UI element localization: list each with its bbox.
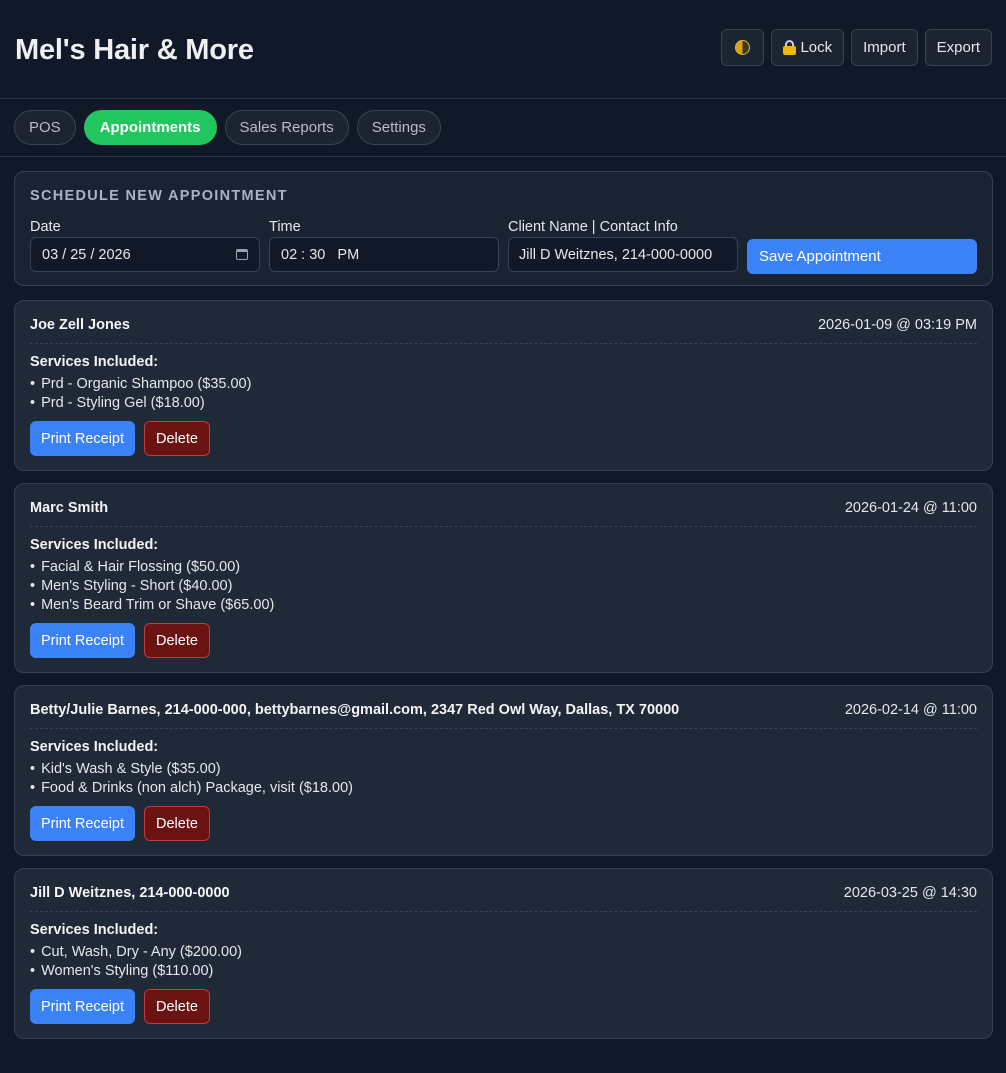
service-item: Prd - Styling Gel ($18.00) [30,394,977,413]
half-moon-icon [735,40,751,55]
date-field-group: Date 03 / 25 / 2026 [30,219,260,274]
service-item: Facial & Hair Flossing ($50.00) [30,558,977,577]
schedule-appointment-panel: SCHEDULE NEW APPOINTMENT Date 03 / 25 / … [14,171,993,286]
time-input[interactable]: 02 : 30 PM [269,237,499,272]
appointment-client: Jill D Weitznes, 214-000-0000 [30,885,230,901]
export-button[interactable]: Export [924,29,992,66]
print-receipt-button[interactable]: Print Receipt [30,989,136,1024]
tab-appointments[interactable]: Appointments [83,110,217,145]
tab-pos[interactable]: POS [14,110,76,145]
service-item: Men's Styling - Short ($40.00) [30,577,977,596]
delete-button[interactable]: Delete [144,623,210,658]
print-receipt-button[interactable]: Print Receipt [30,806,136,841]
appointment-datetime: 2026-03-25 @ 14:30 [843,885,977,901]
appointment-actions: Print Receipt Delete [30,806,977,841]
service-item: Prd - Organic Shampoo ($35.00) [30,375,977,394]
lock-icon [783,40,797,55]
client-value: Jill D Weitznes, 214-000-0000 [519,246,713,263]
service-item: Food & Drinks (non alch) Package, visit … [30,779,977,798]
delete-button[interactable]: Delete [144,421,210,456]
tab-sales-reports[interactable]: Sales Reports [224,110,349,145]
schedule-form: Date 03 / 25 / 2026 Time 02 : 30 PM Clie… [30,219,977,274]
print-receipt-button[interactable]: Print Receipt [30,623,136,658]
nav-tabs: POS Appointments Sales Reports Settings [0,99,1006,157]
save-appointment-button[interactable]: Save Appointment [747,239,977,274]
appointment-client: Joe Zell Jones [30,317,130,333]
header-actions: Lock Import Export [721,29,992,66]
theme-toggle-button[interactable] [721,29,765,66]
appointment-card: Betty/Julie Barnes, 214-000-000, bettyba… [14,685,993,856]
appointment-client: Marc Smith [30,500,109,516]
client-field-group: Client Name | Contact Info Jill D Weitzn… [508,219,738,274]
appointment-client: Betty/Julie Barnes, 214-000-000, bettyba… [30,702,680,718]
service-item: Women's Styling ($110.00) [30,962,977,981]
services-title: Services Included: [30,354,159,370]
services-list: Facial & Hair Flossing ($50.00)Men's Sty… [30,558,977,615]
services-list: Prd - Organic Shampoo ($35.00)Prd - Styl… [30,375,977,413]
import-button[interactable]: Import [851,29,918,66]
client-input[interactable]: Jill D Weitznes, 214-000-0000 [508,237,738,272]
services-list: Kid's Wash & Style ($35.00)Food & Drinks… [30,760,977,798]
app-title: Mel's Hair & More [15,33,254,66]
delete-button[interactable]: Delete [144,806,210,841]
appointment-header: Jill D Weitznes, 214-000-0000 2026-03-25… [30,885,977,912]
appointment-card: Marc Smith 2026-01-24 @ 11:00 Services I… [14,483,993,673]
main-content: SCHEDULE NEW APPOINTMENT Date 03 / 25 / … [0,157,1006,1039]
calendar-icon[interactable] [236,249,248,260]
appointment-actions: Print Receipt Delete [30,421,977,456]
date-input[interactable]: 03 / 25 / 2026 [30,237,260,272]
appointment-datetime: 2026-01-09 @ 03:19 PM [817,317,977,333]
appointment-actions: Print Receipt Delete [30,623,977,658]
app-header: Mel's Hair & More Lock Import Export [0,0,1006,99]
appointment-header: Marc Smith 2026-01-24 @ 11:00 [30,500,977,527]
service-item: Men's Beard Trim or Shave ($65.00) [30,596,977,615]
section-title: SCHEDULE NEW APPOINTMENT [30,188,288,204]
delete-button[interactable]: Delete [144,989,210,1024]
appointment-card: Jill D Weitznes, 214-000-0000 2026-03-25… [14,868,993,1039]
services-title: Services Included: [30,739,159,755]
service-item: Kid's Wash & Style ($35.00) [30,760,977,779]
service-item: Cut, Wash, Dry - Any ($200.00) [30,943,977,962]
date-value: 03 / 25 / 2026 [42,246,131,263]
appointment-card: Joe Zell Jones 2026-01-09 @ 03:19 PM Ser… [14,300,993,471]
time-label: Time [269,219,301,235]
services-title: Services Included: [30,922,159,938]
time-field-group: Time 02 : 30 PM [269,219,499,274]
appointment-datetime: 2026-02-14 @ 11:00 [844,702,977,718]
print-receipt-button[interactable]: Print Receipt [30,421,136,456]
lock-label: Lock [800,39,833,56]
appointment-header: Joe Zell Jones 2026-01-09 @ 03:19 PM [30,317,977,344]
appointment-actions: Print Receipt Delete [30,989,977,1024]
tab-settings[interactable]: Settings [356,110,441,145]
client-label: Client Name | Contact Info [508,219,678,235]
time-value: 02 : 30 PM [281,246,360,263]
appointment-datetime: 2026-01-24 @ 11:00 [844,500,977,516]
services-title: Services Included: [30,537,159,553]
services-list: Cut, Wash, Dry - Any ($200.00)Women's St… [30,943,977,981]
date-label: Date [30,219,61,235]
appointment-list: Joe Zell Jones 2026-01-09 @ 03:19 PM Ser… [14,300,993,1039]
lock-button[interactable]: Lock [771,29,845,66]
appointment-header: Betty/Julie Barnes, 214-000-000, bettyba… [30,702,977,729]
